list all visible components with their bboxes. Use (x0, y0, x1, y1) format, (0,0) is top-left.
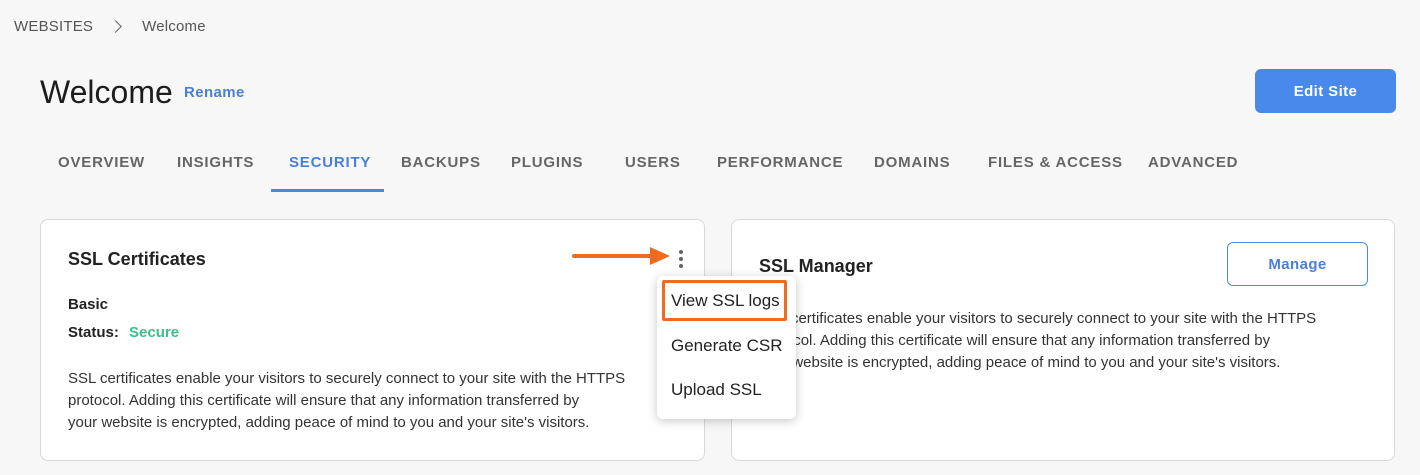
tab-overview[interactable]: OVERVIEW (58, 154, 145, 171)
chevron-right-icon (109, 20, 122, 33)
tab-plugins[interactable]: PLUGINS (511, 154, 583, 171)
ssl-description-line: SSL certificates enable your visitors to… (68, 370, 626, 387)
ssl-manager-description-line: protocol. Adding this certificate will e… (759, 332, 1271, 349)
status-badge: Secure (129, 324, 180, 341)
manage-button[interactable]: Manage (1227, 242, 1368, 286)
ssl-manager-description-line: SSL certificates enable your visitors to… (759, 310, 1317, 327)
tab-security[interactable]: SECURITY (289, 154, 371, 171)
breadcrumb-websites-link[interactable]: WEBSITES (14, 18, 93, 35)
page-title: Welcome (40, 74, 173, 110)
ssl-manager-description: SSL certificates enable your visitors to… (759, 308, 1369, 374)
ssl-description-line: protocol. Adding this certificate will e… (68, 392, 580, 409)
ssl-description: SSL certificates enable your visitors to… (68, 368, 668, 434)
menu-item-generate-csr[interactable]: Generate CSR (671, 336, 783, 356)
tab-advanced[interactable]: ADVANCED (1148, 154, 1238, 171)
tab-files-access[interactable]: FILES & ACCESS (988, 154, 1123, 171)
ssl-manager-description-line: your website is encrypted, adding peace … (759, 354, 1281, 371)
ssl-manager-card: SSL Manager Manage SSL certificates enab… (731, 219, 1395, 461)
arrow-right-icon (572, 247, 670, 265)
status-label: Status: (68, 324, 119, 341)
tab-users[interactable]: USERS (625, 154, 681, 171)
rename-link[interactable]: Rename (184, 84, 245, 101)
tab-performance[interactable]: PERFORMANCE (717, 154, 843, 171)
ssl-description-line: your website is encrypted, adding peace … (68, 414, 590, 431)
menu-item-upload-ssl[interactable]: Upload SSL (671, 380, 762, 400)
edit-site-button[interactable]: Edit Site (1255, 69, 1396, 113)
tab-backups[interactable]: BACKUPS (401, 154, 481, 171)
breadcrumb-current: Welcome (142, 18, 206, 35)
breadcrumb: WEBSITES Welcome (14, 18, 206, 35)
kebab-menu-icon[interactable] (674, 248, 688, 270)
menu-item-view-ssl-logs[interactable]: View SSL logs (671, 291, 780, 311)
ssl-manager-title: SSL Manager (759, 256, 873, 276)
tab-bar: OVERVIEW INSIGHTS SECURITY BACKUPS PLUGI… (0, 140, 1420, 193)
ssl-options-dropdown: View SSL logs Generate CSR Upload SSL (657, 276, 796, 419)
ssl-plan: Basic (68, 296, 109, 313)
ssl-certificates-title: SSL Certificates (68, 249, 206, 269)
active-tab-indicator (271, 189, 384, 192)
tab-insights[interactable]: INSIGHTS (177, 154, 254, 171)
tab-domains[interactable]: DOMAINS (874, 154, 950, 171)
